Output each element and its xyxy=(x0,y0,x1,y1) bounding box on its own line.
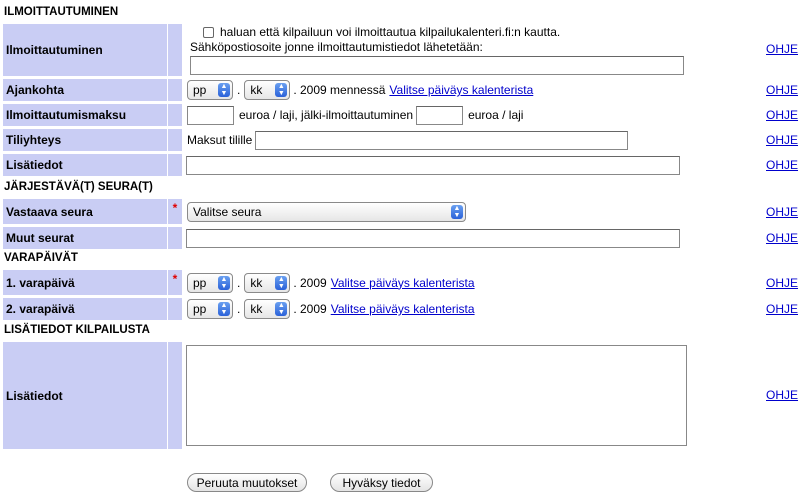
row-marker xyxy=(168,298,182,320)
chevron-updown-icon: ▲ ▼ xyxy=(275,275,288,290)
row-label-backup1: 1. varapäivä xyxy=(3,270,167,295)
label-text: Lisätiedot xyxy=(6,388,63,403)
row-marker xyxy=(168,227,182,249)
help-link-account[interactable]: OHJE xyxy=(766,133,798,147)
year-text: . 2009 xyxy=(293,275,327,290)
label-text: Ilmoittautuminen xyxy=(6,43,103,57)
club-select[interactable]: Valitse seura ▲ ▼ xyxy=(187,201,466,222)
fee-text: euroa / laji, jälki-ilmoittautuminen xyxy=(239,108,414,122)
label-text: Muut seurat xyxy=(6,231,75,245)
row-value-registration: haluan että kilpailuun voi ilmoittautua … xyxy=(183,24,761,76)
chevron-updown-icon: ▲ ▼ xyxy=(451,204,463,219)
row-label-registration: Ilmoittautuminen xyxy=(3,24,167,76)
extra-info-textarea[interactable] xyxy=(186,345,687,446)
email-field[interactable] xyxy=(190,56,684,75)
section-title-registration: ILMOITTAUTUMINEN xyxy=(4,6,119,18)
chevron-updown-icon: ▲ ▼ xyxy=(218,83,230,97)
row-marker xyxy=(168,129,182,151)
month-select[interactable]: kk ▲ ▼ xyxy=(244,80,291,100)
section-title-backup-days: VARAPÄIVÄT xyxy=(4,252,78,264)
help-link-other-clubs[interactable]: OHJE xyxy=(766,231,798,245)
row-value-account: Maksut tilille xyxy=(183,129,761,151)
row-value-other-clubs xyxy=(183,227,761,249)
row-label-extra: Lisätiedot xyxy=(3,342,167,449)
label-text: 1. varapäivä xyxy=(6,275,75,290)
help-link-deadline[interactable]: OHJE xyxy=(766,83,798,97)
chevron-updown-icon: ▲ ▼ xyxy=(275,302,288,316)
row-label-backup2: 2. varapäivä xyxy=(3,298,167,320)
row-value-club: Valitse seura ▲ ▼ xyxy=(183,199,761,224)
month-select[interactable]: kk ▲ ▼ xyxy=(244,299,291,319)
section-title-organizer: JÄRJESTÄVÄ(T) SEURA(T) xyxy=(4,181,153,193)
chevron-updown-icon: ▲ ▼ xyxy=(218,302,230,316)
calendar-link[interactable]: Valitse päiväys kalenterista xyxy=(331,276,475,290)
help-link-info[interactable]: OHJE xyxy=(766,158,798,172)
label-text: Ajankohta xyxy=(6,83,65,97)
required-marker: * xyxy=(172,272,178,286)
label-text: 2. varapäivä xyxy=(6,302,75,316)
row-value-deadline: pp ▲ ▼ . kk ▲ ▼ . 2009 mennessä Valitse päiv… xyxy=(183,79,761,101)
help-link-registration[interactable]: OHJE xyxy=(766,42,798,56)
cancel-button[interactable]: Peruuta muutokset xyxy=(187,473,307,492)
row-value-info xyxy=(183,154,761,176)
row-label-info: Lisätiedot xyxy=(3,154,167,176)
row-value-backup2: pp ▲ ▼ . kk ▲ ▼ . 2009 Valitse päiväys kalen… xyxy=(183,298,761,320)
row-label-other-clubs: Muut seurat xyxy=(3,227,167,249)
help-link-club[interactable]: OHJE xyxy=(766,205,798,219)
late-fee-input[interactable] xyxy=(416,105,464,125)
account-input[interactable] xyxy=(255,130,629,150)
section-title-extra-info: LISÄTIEDOT KILPAILUSTA xyxy=(4,324,150,336)
chevron-updown-icon: ▲ ▼ xyxy=(218,275,230,290)
other-clubs-input[interactable] xyxy=(186,228,680,248)
help-link-backup1[interactable]: OHJE xyxy=(766,276,798,290)
row-marker xyxy=(168,24,182,76)
separator: . xyxy=(237,275,241,290)
help-link-backup2[interactable]: OHJE xyxy=(766,302,798,316)
help-link-extra[interactable]: OHJE xyxy=(766,388,798,402)
day-select[interactable]: pp ▲ ▼ xyxy=(187,299,233,319)
row-marker xyxy=(168,154,182,176)
late-fee-text: euroa / laji xyxy=(468,108,524,122)
separator: . xyxy=(237,302,241,316)
info-input[interactable] xyxy=(186,155,680,175)
row-label-account: Tiliyhteys xyxy=(3,129,167,151)
calendar-link[interactable]: Valitse päiväys kalenterista xyxy=(331,302,475,316)
help-link-fee[interactable]: OHJE xyxy=(766,108,798,122)
year-text: . 2009 xyxy=(293,302,327,316)
row-value-extra xyxy=(183,342,761,449)
fee-input[interactable] xyxy=(187,105,234,125)
label-text: Vastaava seura xyxy=(6,204,93,219)
row-marker xyxy=(168,342,182,449)
checkbox-label: haluan että kilpailuun voi ilmoittautua … xyxy=(220,25,561,39)
month-select[interactable]: kk ▲ ▼ xyxy=(244,272,291,293)
row-marker: * xyxy=(168,270,182,295)
label-text: Tiliyhteys xyxy=(6,133,62,147)
calendar-link[interactable]: Valitse päiväys kalenterista xyxy=(389,83,533,97)
day-select[interactable]: pp ▲ ▼ xyxy=(187,80,233,100)
chevron-updown-icon: ▲ ▼ xyxy=(275,83,288,97)
row-label-deadline: Ajankohta xyxy=(3,79,167,101)
day-select[interactable]: pp ▲ ▼ xyxy=(187,272,233,293)
row-value-backup1: pp ▲ ▼ . kk ▲ ▼ . 2009 Valitse päiväys kalen… xyxy=(183,270,761,295)
required-marker: * xyxy=(172,201,178,215)
row-label-fee: Ilmoittautumismaksu xyxy=(3,104,167,126)
label-text: Ilmoittautumismaksu xyxy=(6,108,127,122)
row-value-fee: euroa / laji, jälki-ilmoittautuminen eur… xyxy=(183,104,761,126)
label-text: Lisätiedot xyxy=(6,158,63,172)
accept-button[interactable]: Hyväksy tiedot xyxy=(330,473,433,492)
row-marker xyxy=(168,104,182,126)
year-text: . 2009 mennessä xyxy=(293,83,386,97)
row-marker xyxy=(168,79,182,101)
account-prefix: Maksut tilille xyxy=(187,133,253,147)
separator: . xyxy=(237,83,241,97)
enable-registration-checkbox[interactable] xyxy=(203,26,214,38)
row-label-club: Vastaava seura xyxy=(3,199,167,224)
email-label: Sähköpostiosoite jonne ilmoittautumistie… xyxy=(190,40,483,54)
row-marker: * xyxy=(168,199,182,224)
